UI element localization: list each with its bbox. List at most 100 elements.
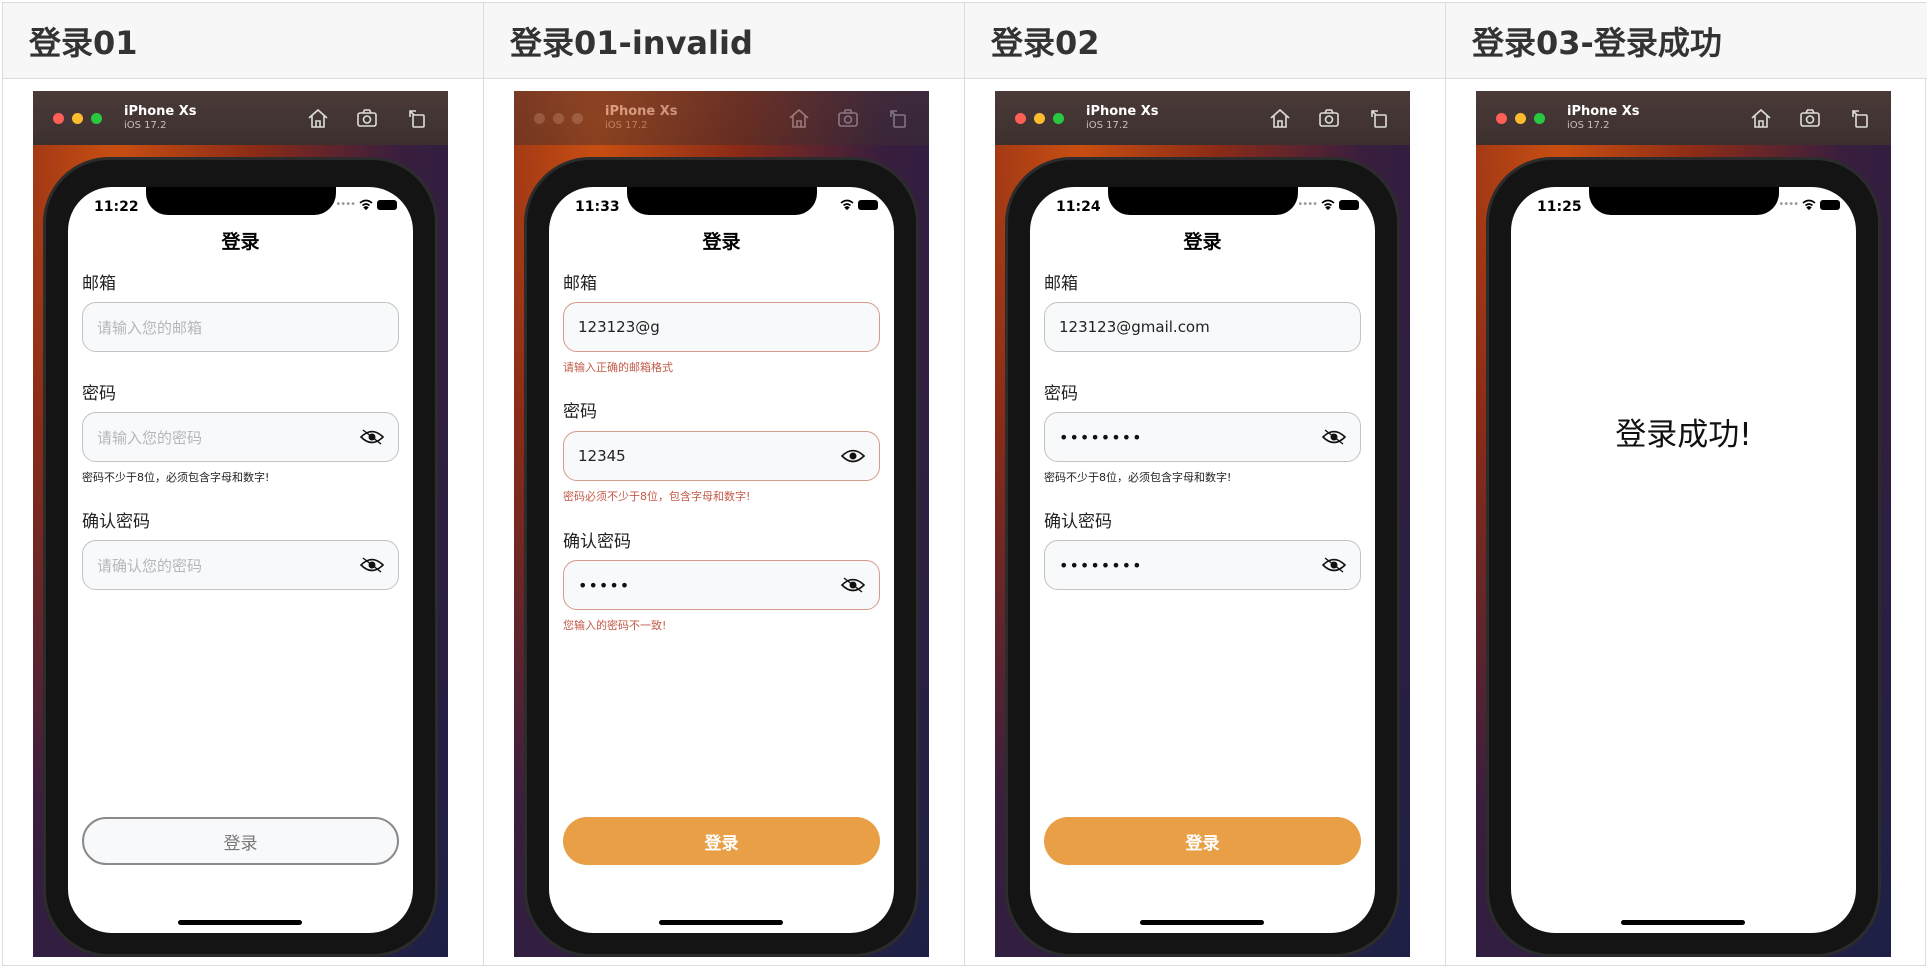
- phone-screen: 11:33 登录 邮箱 123123@g 请输入正确的邮箱格式 密码 12345…: [549, 187, 894, 933]
- column-login01: 登录01 iPhone Xs iOS 17.2 11:22 •••• 登录 邮箱…: [3, 3, 484, 965]
- simulator-window: iPhone Xs iOS 17.2 11:22 •••• 登录 邮箱 请输入您…: [33, 91, 448, 957]
- simulator-window: iPhone Xs iOS 17.2 11:24 •••• 登录 邮箱 1231…: [995, 91, 1410, 957]
- password-hint: 密码不少于8位，必须包含字母和数字!: [1044, 471, 1232, 484]
- simulator-titlebar: iPhone Xs iOS 17.2: [33, 91, 448, 145]
- window-controls: [53, 112, 102, 124]
- home-icon[interactable]: [306, 107, 330, 129]
- home-icon[interactable]: [1268, 107, 1292, 129]
- eye-icon[interactable]: [841, 576, 865, 594]
- home-icon[interactable]: [787, 107, 811, 129]
- phone-screen: 11:25 •••• 登录成功!: [1511, 187, 1856, 933]
- home-indicator: [1140, 920, 1264, 925]
- password-hint: 密码不少于8位，必须包含字母和数字!: [82, 471, 270, 484]
- simulator-titlebar: iPhone Xs iOS 17.2: [514, 91, 929, 145]
- status-time: 11:22: [94, 199, 139, 215]
- email-field[interactable]: 123123@gmail.com: [1044, 302, 1361, 352]
- minimize-window-button[interactable]: [1515, 112, 1526, 124]
- email-label: 邮箱: [82, 274, 116, 294]
- device-os: iOS 17.2: [605, 119, 648, 131]
- wifi-icon: [1321, 199, 1335, 210]
- window-controls: [534, 112, 583, 124]
- login-button[interactable]: 登录: [82, 817, 399, 865]
- rotate-icon[interactable]: [1849, 107, 1873, 129]
- minimize-window-button[interactable]: [72, 112, 83, 124]
- zoom-window-button[interactable]: [1534, 112, 1545, 124]
- screens-table: 登录01 iPhone Xs iOS 17.2 11:22 •••• 登录 邮箱…: [2, 2, 1927, 966]
- device-info: iPhone Xs iOS 17.2: [605, 104, 678, 131]
- close-window-button[interactable]: [534, 112, 545, 124]
- email-field[interactable]: 123123@g: [563, 302, 880, 352]
- status-icons: [840, 199, 878, 210]
- rotate-icon[interactable]: [1368, 107, 1392, 129]
- home-icon[interactable]: [1749, 107, 1773, 129]
- signal-icon: ••••: [335, 199, 356, 210]
- home-indicator: [1621, 920, 1745, 925]
- close-window-button[interactable]: [53, 112, 64, 124]
- wifi-icon: [359, 199, 373, 210]
- simulator-titlebar: iPhone Xs iOS 17.2: [995, 91, 1410, 145]
- status-time: 11:24: [1056, 199, 1101, 215]
- status-time: 11:33: [575, 199, 620, 215]
- password-label: 密码: [1044, 384, 1078, 404]
- device-name: iPhone Xs: [1086, 104, 1159, 120]
- login-button[interactable]: 登录: [1044, 817, 1361, 865]
- column-title: 登录02: [965, 3, 1445, 79]
- confirm-password-placeholder: 请确认您的密码: [97, 556, 203, 575]
- screenshot-icon[interactable]: [356, 107, 380, 129]
- confirm-password-error: 您输入的密码不一致!: [563, 619, 667, 632]
- password-field[interactable]: 12345: [563, 431, 880, 481]
- eye-icon[interactable]: [360, 428, 384, 446]
- confirm-password-field[interactable]: 请确认您的密码: [82, 540, 399, 590]
- rotate-icon[interactable]: [406, 107, 430, 129]
- email-field[interactable]: 请输入您的邮箱: [82, 302, 399, 352]
- page-title: 登录: [702, 231, 741, 253]
- device-info: iPhone Xs iOS 17.2: [1567, 105, 1640, 131]
- battery-icon: [858, 199, 878, 210]
- device-name: iPhone Xs: [124, 104, 197, 120]
- eye-icon[interactable]: [841, 447, 865, 465]
- zoom-window-button[interactable]: [572, 112, 583, 124]
- notch: [1108, 187, 1298, 215]
- eye-icon[interactable]: [360, 556, 384, 574]
- confirm-password-field[interactable]: ••••••••: [1044, 540, 1361, 590]
- login-button[interactable]: 登录: [563, 817, 880, 865]
- zoom-window-button[interactable]: [1053, 112, 1064, 124]
- minimize-window-button[interactable]: [1034, 112, 1045, 124]
- close-window-button[interactable]: [1496, 112, 1507, 124]
- password-label: 密码: [563, 402, 597, 422]
- column-login03-success: 登录03-登录成功 iPhone Xs iOS 17.2 11:25 •••• …: [1446, 3, 1927, 965]
- phone-screen: 11:24 •••• 登录 邮箱 123123@gmail.com 密码 •••…: [1030, 187, 1375, 933]
- confirm-password-value: ••••••••: [1059, 555, 1143, 575]
- password-value: 12345: [578, 447, 626, 465]
- confirm-password-label: 确认密码: [82, 512, 150, 532]
- wifi-icon: [840, 199, 854, 210]
- password-field[interactable]: ••••••••: [1044, 412, 1361, 462]
- column-login01-invalid: 登录01-invalid iPhone Xs iOS 17.2 11:33 登录…: [484, 3, 965, 965]
- device-os: iOS 17.2: [1567, 119, 1610, 131]
- column-title: 登录01-invalid: [484, 3, 964, 79]
- password-field[interactable]: 请输入您的密码: [82, 412, 399, 462]
- zoom-window-button[interactable]: [91, 112, 102, 124]
- status-time: 11:25: [1537, 199, 1582, 215]
- confirm-password-label: 确认密码: [1044, 512, 1112, 532]
- notch: [1589, 187, 1779, 215]
- minimize-window-button[interactable]: [553, 112, 564, 124]
- rotate-icon[interactable]: [887, 107, 911, 129]
- simulator-window: iPhone Xs iOS 17.2 11:25 •••• 登录成功!: [1476, 91, 1891, 957]
- screenshot-icon[interactable]: [837, 107, 861, 129]
- notch: [627, 187, 817, 215]
- screenshot-icon[interactable]: [1799, 107, 1823, 129]
- wifi-icon: [1802, 199, 1816, 210]
- eye-icon[interactable]: [1322, 556, 1346, 574]
- confirm-password-value: •••••: [578, 575, 631, 595]
- device-name: iPhone Xs: [605, 104, 678, 120]
- signal-icon: ••••: [1297, 199, 1318, 210]
- confirm-password-field[interactable]: •••••: [563, 560, 880, 610]
- phone-screen: 11:22 •••• 登录 邮箱 请输入您的邮箱 密码 请输入您的密码 密码不少…: [68, 187, 413, 933]
- screenshot-icon[interactable]: [1318, 107, 1342, 129]
- close-window-button[interactable]: [1015, 112, 1026, 124]
- email-label: 邮箱: [1044, 274, 1078, 294]
- email-placeholder: 请输入您的邮箱: [97, 318, 203, 337]
- page-title: 登录: [221, 231, 260, 253]
- eye-icon[interactable]: [1322, 428, 1346, 446]
